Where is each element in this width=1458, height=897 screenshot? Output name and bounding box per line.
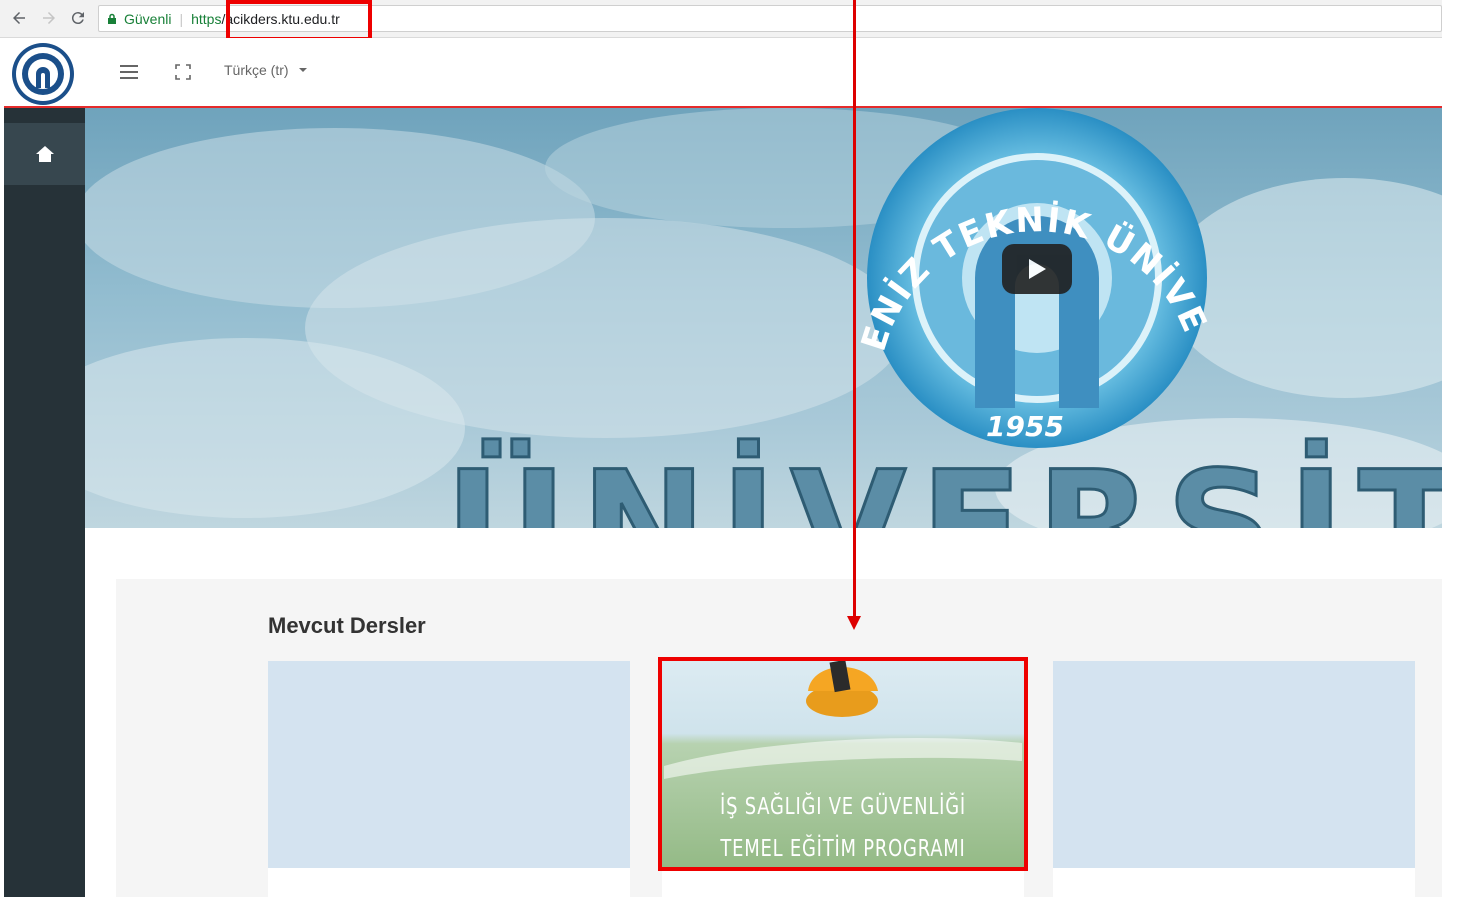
university-logo[interactable] bbox=[11, 42, 75, 106]
section-title: Mevcut Dersler bbox=[268, 613, 426, 638]
course-image[interactable] bbox=[1053, 661, 1415, 868]
address-bar[interactable]: Güvenli | https /acikders.ktu.edu.tr bbox=[98, 5, 1442, 32]
url-host: /acikders.ktu.edu.tr bbox=[221, 10, 340, 27]
back-icon[interactable] bbox=[8, 7, 30, 29]
course-card[interactable]: İŞ SAĞLIĞI VE GÜVENLİĞİ TEMEL EĞİTİM PRO… bbox=[662, 661, 1024, 897]
url-separator: | bbox=[179, 10, 184, 27]
browser-toolbar: Güvenli | https /acikders.ktu.edu.tr bbox=[0, 0, 1442, 38]
course-image[interactable]: İŞ SAĞLIĞI VE GÜVENLİĞİ TEMEL EĞİTİM PRO… bbox=[662, 661, 1024, 868]
secure-label: Güvenli bbox=[124, 10, 172, 27]
hero-background: KARADENİZ TEKNİK ÜNİVERSİTESİ 1955 ÜNİVE… bbox=[85, 108, 1442, 528]
course-card[interactable] bbox=[268, 661, 630, 897]
sidebar bbox=[4, 108, 85, 897]
forward-icon[interactable] bbox=[38, 7, 60, 29]
fullscreen-icon[interactable] bbox=[174, 63, 192, 81]
play-button[interactable] bbox=[1002, 244, 1072, 294]
language-label: Türkçe (tr) bbox=[224, 62, 289, 78]
course-title-line: TEMEL EĞİTİM PROGRAMI bbox=[720, 836, 966, 862]
chevron-down-icon bbox=[298, 68, 307, 72]
logo-year: 1955 bbox=[986, 410, 1064, 443]
language-selector[interactable]: Türkçe (tr) bbox=[224, 62, 307, 78]
annotation-arrow bbox=[853, 0, 856, 620]
sidebar-item-home[interactable] bbox=[4, 123, 85, 185]
app-header: Türkçe (tr) bbox=[4, 38, 1442, 108]
course-title-line: İŞ SAĞLIĞI VE GÜVENLİĞİ bbox=[720, 794, 966, 820]
lock-icon bbox=[108, 13, 116, 24]
play-icon bbox=[1029, 259, 1046, 279]
banner-text: ÜNİVERSİTE bbox=[445, 438, 1442, 528]
course-image[interactable] bbox=[268, 661, 630, 868]
arrow-head-icon bbox=[847, 616, 861, 630]
reload-icon[interactable] bbox=[67, 7, 89, 29]
course-card[interactable] bbox=[1053, 661, 1415, 897]
hamburger-menu-icon[interactable] bbox=[118, 62, 140, 82]
home-icon bbox=[35, 146, 54, 162]
hero-video[interactable]: KARADENİZ TEKNİK ÜNİVERSİTESİ 1955 ÜNİVE… bbox=[85, 108, 1442, 528]
url-scheme: https bbox=[191, 10, 222, 27]
